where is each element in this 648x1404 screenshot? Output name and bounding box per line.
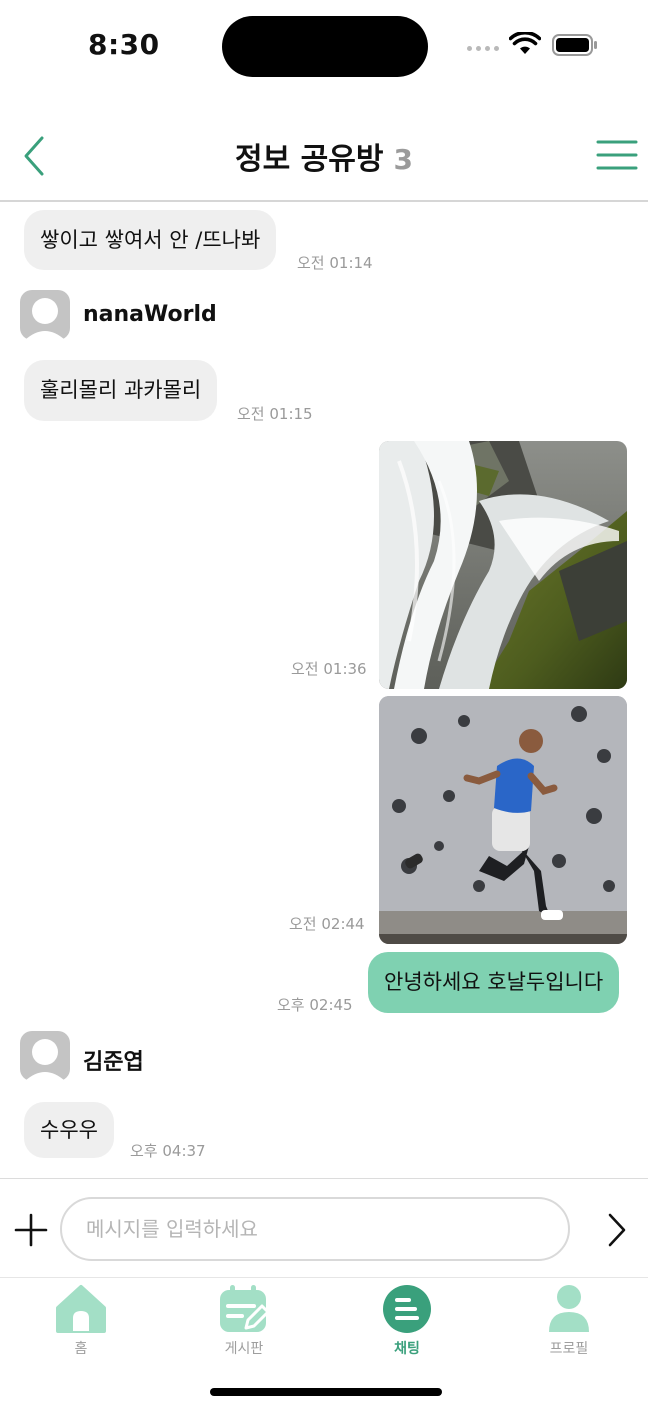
cellular-signal-icon [467, 46, 499, 51]
message-timestamp: 오전 01:15 [237, 405, 313, 423]
sender-name: nanaWorld [83, 302, 217, 327]
avatar-nanaworld[interactable] [20, 290, 70, 340]
sender-name: 김준엽 [83, 1050, 144, 1075]
dynamic-island [222, 16, 428, 77]
message-bubble-outgoing[interactable]: 안녕하세요 호날두입니다 [368, 952, 620, 1013]
battery-icon [552, 34, 597, 56]
photo-waterfall[interactable] [379, 441, 627, 689]
status-time: 8:30 [88, 28, 160, 61]
tab-chat[interactable]: 채팅 [347, 1284, 467, 1364]
status-bar: 8:30 [0, 0, 648, 92]
message-timestamp: 오전 02:44 [289, 915, 365, 933]
message-input-bar [0, 1178, 648, 1278]
tab-home[interactable]: 홈 [21, 1284, 141, 1364]
home-indicator [210, 1388, 442, 1396]
member-count: 3 [393, 143, 413, 176]
avatar-kimjunyeop[interactable] [20, 1031, 70, 1081]
message-timestamp: 오후 02:45 [277, 996, 353, 1014]
title-wrap: 정보 공유방 3 [0, 134, 648, 178]
tab-profile[interactable]: 프로필 [509, 1284, 629, 1364]
message-input[interactable] [60, 1197, 570, 1261]
tab-label: 게시판 [224, 1341, 264, 1357]
home-icon [56, 1285, 106, 1333]
profile-icon [549, 1285, 589, 1332]
message-timestamp: 오전 01:36 [291, 660, 367, 678]
message-bubble-incoming[interactable]: 훌리몰리 과카몰리 [24, 360, 218, 421]
message-bubble-incoming[interactable]: 수우우 [24, 1102, 114, 1158]
message-bubble-incoming[interactable]: 쌓이고 쌓여서 안 /뜨나봐 [24, 210, 277, 270]
chat-header: 정보 공유방 3 [0, 110, 648, 202]
chat-room-title: 정보 공유방 [235, 142, 384, 177]
tab-board[interactable]: 게시판 [184, 1284, 304, 1364]
wifi-icon [509, 32, 541, 54]
message-timestamp: 오전 01:14 [297, 254, 373, 272]
tab-label: 프로필 [549, 1341, 589, 1357]
chat-icon [383, 1285, 431, 1333]
tab-label: 홈 [74, 1341, 88, 1357]
bottom-tab-bar: 홈 게시판 채팅 프로필 [0, 1280, 648, 1404]
photo-runner[interactable] [379, 696, 627, 944]
message-timestamp: 오후 04:37 [130, 1142, 206, 1160]
plus-icon[interactable] [14, 1213, 48, 1247]
board-icon [220, 1285, 270, 1332]
send-chevron-icon[interactable] [604, 1211, 630, 1249]
hamburger-menu-icon[interactable] [596, 138, 638, 172]
tab-label: 채팅 [394, 1341, 420, 1357]
